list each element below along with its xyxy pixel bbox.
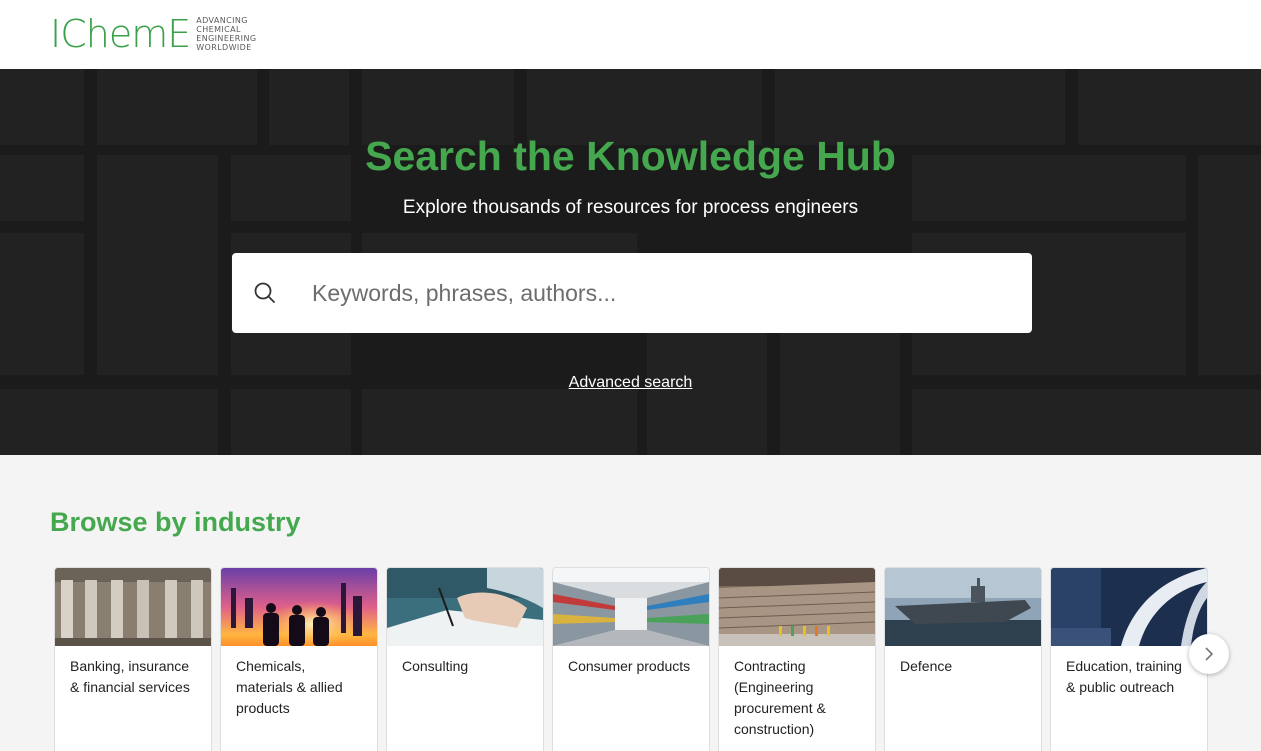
chevron-right-icon [1205, 647, 1214, 661]
industry-card-label: Consulting [402, 658, 469, 674]
advanced-search-container: Advanced search [0, 374, 1261, 392]
supermarket-aisle-image [553, 568, 709, 646]
hero-subtitle: Explore thousands of resources for proce… [402, 197, 859, 218]
carousel-next-button[interactable] [1189, 634, 1229, 674]
industry-card-label: Education, training & public outreach [1066, 658, 1182, 695]
industry-card-education[interactable]: Education, training & public outreach [1050, 567, 1208, 751]
industry-card-label: Banking, insurance & financial services [70, 658, 190, 695]
search-hero: Search the Knowledge Hub Explore thousan… [0, 69, 1261, 455]
industry-card-label: Contracting (Engineering procurement & c… [734, 658, 826, 737]
industry-card-contracting[interactable]: Contracting (Engineering procurement & c… [718, 567, 876, 751]
modern-architecture-image [1051, 568, 1207, 646]
search-icon[interactable] [254, 282, 276, 304]
industry-card-consumer-products[interactable]: Consumer products [552, 567, 710, 751]
industry-card-label: Defence [900, 658, 953, 674]
icheme-logo[interactable]: IChemE ADVANCING CHEMICAL ENGINEERING WO… [50, 14, 256, 54]
construction-site-image [719, 568, 875, 646]
site-header: IChemE ADVANCING CHEMICAL ENGINEERING WO… [0, 0, 1261, 69]
advanced-search-link[interactable]: Advanced search [569, 374, 693, 391]
industry-card-label: Consumer products [568, 658, 691, 674]
engineers-silhouette-image [221, 568, 377, 646]
industry-card-consulting[interactable]: Consulting [386, 567, 544, 751]
search-box [232, 253, 1032, 333]
industry-card-banking[interactable]: Banking, insurance & financial services [54, 567, 212, 751]
columns-building-image [55, 568, 211, 646]
industry-card-label: Chemicals, materials & allied products [236, 658, 343, 716]
aircraft-carrier-image [885, 568, 1041, 646]
page-title: Search the Knowledge Hub [365, 133, 896, 179]
search-input[interactable] [312, 253, 1012, 333]
industry-card-defence[interactable]: Defence [884, 567, 1042, 751]
browse-by-industry-heading: Browse by industry [50, 507, 301, 537]
logo-wordmark: IChemE [50, 12, 191, 56]
logo-tagline: ADVANCING CHEMICAL ENGINEERING WORLDWIDE [196, 16, 257, 52]
industry-card-chemicals[interactable]: Chemicals, materials & allied products [220, 567, 378, 751]
hand-writing-image [387, 568, 543, 646]
